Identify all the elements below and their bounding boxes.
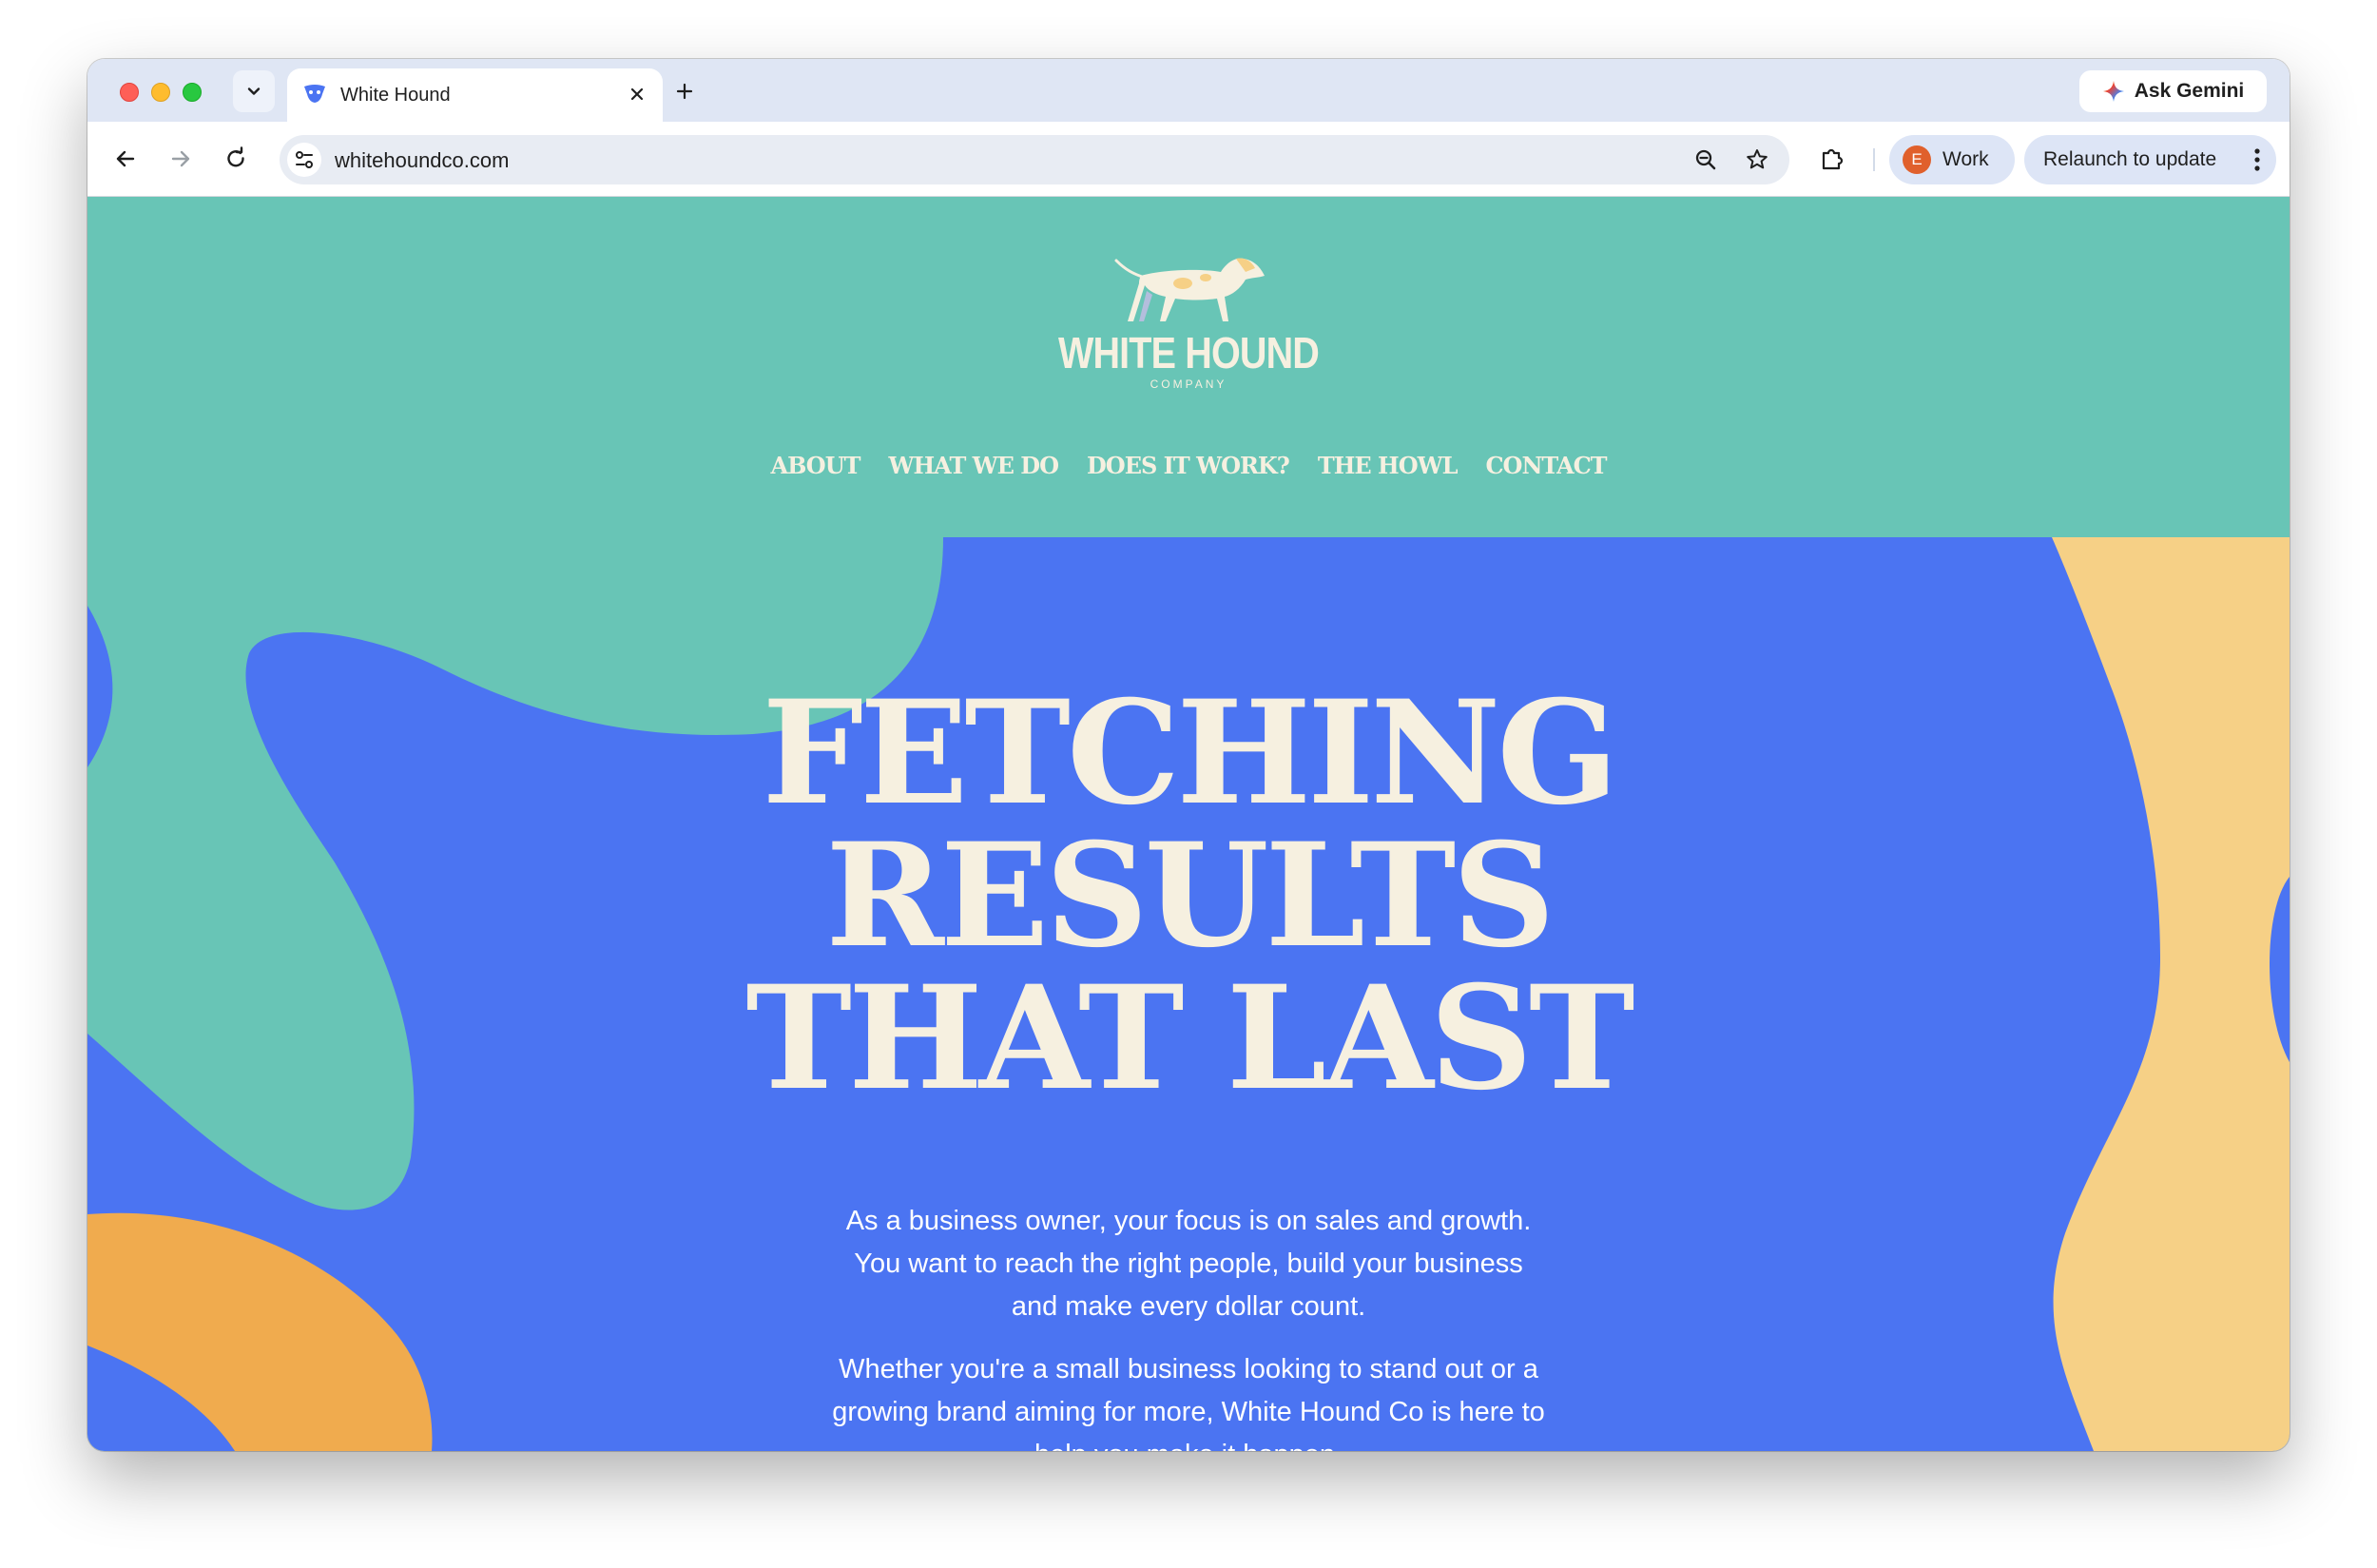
close-window-button[interactable] xyxy=(120,83,139,102)
tune-icon xyxy=(296,151,313,168)
zoom-out-icon xyxy=(1695,149,1716,170)
reload-icon xyxy=(227,146,244,167)
forward-button[interactable] xyxy=(162,140,200,178)
logo-subtitle: COMPANY xyxy=(1150,377,1227,391)
relaunch-label: Relaunch to update xyxy=(2043,148,2217,170)
ask-gemini-button[interactable]: Ask Gemini xyxy=(2079,70,2267,112)
browser-toolbar: whitehoundco.com E Work Relaunch to upda… xyxy=(87,122,2290,197)
star-icon xyxy=(1747,149,1768,169)
hound-logo-icon xyxy=(1114,258,1265,321)
hero-paragraph-1: As a business owner, your focus is on sa… xyxy=(87,1200,2290,1328)
more-vert-icon[interactable] xyxy=(2253,146,2261,173)
web-page: WHITE HOUND COMPANY ABOUT WHAT WE DO DOE… xyxy=(87,197,2290,1451)
nav-does-it-work-link[interactable]: DOES IT WORK? xyxy=(1087,452,1290,479)
hero-title-line: FETCHING xyxy=(762,669,1619,837)
reload-button[interactable] xyxy=(217,140,255,178)
avatar: E xyxy=(1903,145,1931,174)
nav-about-link[interactable]: ABOUT xyxy=(770,452,860,479)
toolbar-divider xyxy=(1873,148,1875,171)
browser-window: White Hound Ask Gemini whitehoundco.com … xyxy=(87,59,2290,1451)
paragraph-line: growing brand aiming for more, White Hou… xyxy=(832,1397,1545,1427)
ask-gemini-label: Ask Gemini xyxy=(2134,80,2245,102)
paragraph-line: As a business owner, your focus is on sa… xyxy=(845,1206,1532,1236)
new-tab-button[interactable] xyxy=(667,74,702,108)
paragraph-line: help you make it happen. xyxy=(87,1434,2290,1451)
url-text[interactable]: whitehoundco.com xyxy=(335,148,509,173)
address-bar[interactable]: whitehoundco.com xyxy=(280,135,1789,184)
tab-search-button[interactable] xyxy=(233,70,275,112)
minimize-window-button[interactable] xyxy=(151,83,170,102)
paragraph-line: You want to reach the right people, buil… xyxy=(854,1249,1523,1279)
hero-paragraph-2: Whether you're a small business looking … xyxy=(87,1348,2290,1451)
paragraph-line: Whether you're a small business looking … xyxy=(839,1354,1538,1384)
arrow-right-icon xyxy=(171,150,190,167)
main-nav: ABOUT WHAT WE DO DOES IT WORK? THE HOWL … xyxy=(87,452,2290,479)
close-icon xyxy=(630,87,644,101)
chevron-down-icon xyxy=(247,87,261,95)
nav-what-we-do-link[interactable]: WHAT WE DO xyxy=(889,452,1059,479)
white-hound-favicon-icon xyxy=(304,85,325,103)
site-info-button[interactable] xyxy=(287,143,321,177)
logo-wordmark[interactable]: WHITE HOUND xyxy=(242,327,2135,378)
maximize-window-button[interactable] xyxy=(183,83,202,102)
gemini-sparkle-icon xyxy=(2102,81,2124,102)
arrow-left-icon xyxy=(116,150,135,167)
hero-title-line: RESULTS xyxy=(825,812,1555,979)
puzzle-icon xyxy=(1822,148,1844,170)
hero-title: FETCHING RESULTS THAT LAST xyxy=(87,682,2290,1110)
plus-icon xyxy=(676,83,693,100)
tab-white-hound[interactable]: White Hound xyxy=(287,68,663,122)
nav-the-howl-link[interactable]: THE HOWL xyxy=(1318,452,1459,479)
close-tab-button[interactable] xyxy=(625,82,649,106)
bookmark-button[interactable] xyxy=(1742,145,1772,175)
profile-label: Work xyxy=(1942,148,1989,170)
nav-contact-link[interactable]: CONTACT xyxy=(1485,452,1607,479)
hero-title-line: THAT LAST xyxy=(745,955,1634,1122)
tab-strip: White Hound Ask Gemini xyxy=(87,59,2290,122)
extensions-button[interactable] xyxy=(1813,140,1851,178)
profile-button[interactable]: E Work xyxy=(1889,135,2015,184)
paragraph-line: and make every dollar count. xyxy=(1011,1291,1366,1322)
tab-title: White Hound xyxy=(340,85,451,106)
relaunch-to-update-button[interactable]: Relaunch to update xyxy=(2024,135,2276,184)
back-button[interactable] xyxy=(106,140,145,178)
zoom-button[interactable] xyxy=(1691,145,1721,175)
